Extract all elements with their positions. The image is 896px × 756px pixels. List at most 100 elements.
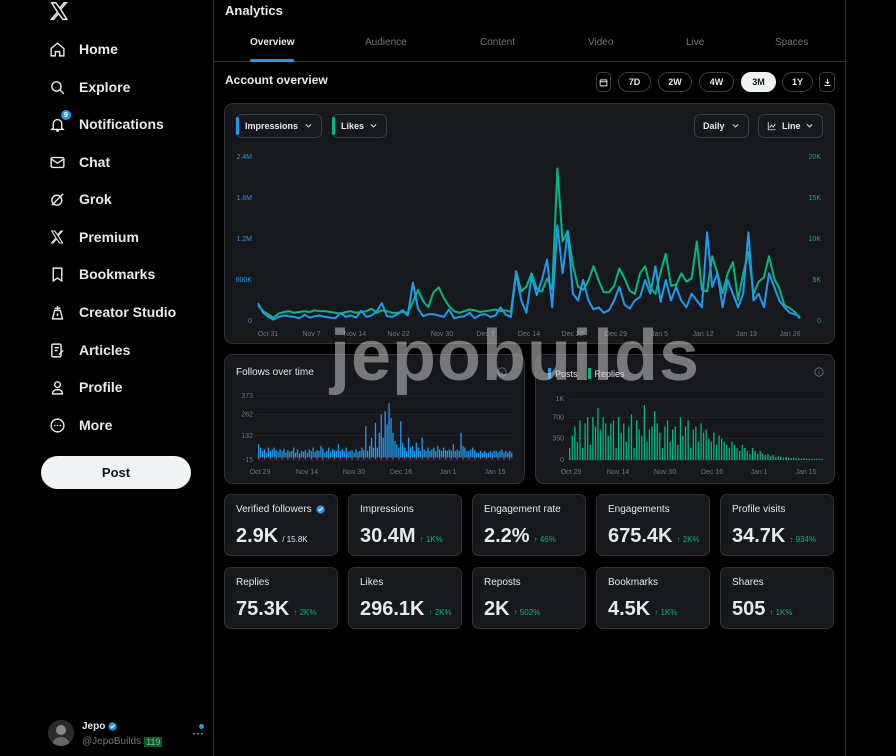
chart-title: Follows over time (236, 367, 314, 378)
sidebar-item-more[interactable]: More (48, 411, 112, 439)
bar (326, 450, 328, 458)
sidebar-item-explore[interactable]: Explore (48, 73, 130, 101)
sidebar-item-premium[interactable]: Premium (48, 223, 139, 251)
negative-bar (462, 457, 464, 460)
sidebar-item-home[interactable]: Home (48, 35, 118, 63)
sidebar-item-grok[interactable]: Grok (48, 185, 112, 213)
stat-value: 2K ↑ 502% (484, 598, 540, 621)
posts-replies-bar-chart[interactable]: 0 350 700 1K Oct 29 Nov 14 Nov 30 Dec 16 Jan 1 Ja… (536, 388, 834, 483)
avatar (48, 720, 74, 746)
stat-label-text: Impressions (360, 504, 414, 515)
bar (713, 432, 715, 460)
bar (261, 450, 264, 458)
tab-video[interactable]: Video (588, 37, 613, 48)
y-tick-label: 350 (552, 436, 564, 443)
bar (579, 420, 581, 460)
sidebar-item-profile[interactable]: Profile (48, 373, 123, 401)
stat-label-text: Reposts (484, 577, 521, 588)
post-button[interactable]: Post (41, 456, 191, 489)
metric2-select[interactable]: Likes (332, 114, 387, 138)
follows-bar-chart[interactable]: -15 132 262 373 Oct 29 Nov 14 Nov 30 Dec 16 Jan … (225, 388, 524, 483)
tab-overview[interactable]: Overview (250, 37, 294, 48)
negative-bar (322, 457, 324, 460)
x-logo-icon[interactable] (48, 0, 70, 22)
legend-posts-swatch (548, 368, 551, 379)
bar (394, 441, 396, 458)
calendar-button[interactable] (596, 72, 611, 92)
bar (296, 449, 299, 458)
stat-card-bookmarks[interactable]: Bookmarks 4.5K ↑ 1K% (596, 567, 710, 629)
y-tick-label: 373 (241, 393, 253, 400)
bar (328, 447, 330, 458)
bar (643, 405, 645, 460)
stat-card-verified-followers[interactable]: Verified followers 2.9K/ 15.8K (224, 494, 338, 556)
bar (413, 450, 415, 458)
download-button[interactable] (819, 72, 835, 92)
metric1-select[interactable]: Impressions (236, 114, 322, 138)
stat-value-text: 2.2% (484, 525, 530, 547)
bar (682, 435, 684, 460)
tab-content[interactable]: Content (480, 37, 515, 48)
info-icon[interactable] (497, 367, 507, 377)
sidebar-item-label: Chat (79, 154, 111, 170)
stat-card-shares[interactable]: Shares 505 ↑ 1K% (720, 567, 834, 629)
negative-bar (468, 457, 470, 460)
bar (574, 426, 576, 460)
range-7d-button[interactable]: 7D (618, 72, 651, 92)
bar (636, 420, 638, 460)
stat-card-reposts[interactable]: Reposts 2K ↑ 502% (472, 567, 586, 629)
bar (780, 457, 782, 460)
sidebar-item-creator-studio[interactable]: Creator Studio (48, 298, 176, 326)
stat-card-profile-visits[interactable]: Profile visits 34.7K ↑ 934% (720, 494, 834, 556)
bar (386, 424, 388, 458)
sidebar-item-bookmarks[interactable]: Bookmarks (48, 260, 155, 288)
sidebar-item-articles[interactable]: Articles (48, 336, 130, 364)
bar (452, 444, 454, 458)
bar (427, 447, 429, 458)
stat-card-engagement-rate[interactable]: Engagement rate 2.2% ↑ 46% (472, 494, 586, 556)
stat-card-impressions[interactable]: Impressions 30.4M ↑ 1K% (348, 494, 462, 556)
sidebar-item-notifications[interactable]: 9 Notifications (48, 110, 164, 138)
account-switcher[interactable]: Jepo @JepoBuilds 119 ··· (48, 720, 208, 752)
range-1y-button[interactable]: 1Y (782, 72, 813, 92)
bar (664, 426, 666, 460)
stat-change: ↑ 2K% (676, 535, 700, 544)
bar (365, 426, 367, 458)
negative-bar (263, 457, 266, 460)
negative-bar (404, 457, 406, 460)
info-icon[interactable] (814, 367, 824, 377)
stat-value: 4.5K ↑ 1K% (608, 598, 677, 621)
tab-live[interactable]: Live (686, 37, 704, 48)
active-tab-indicator (250, 59, 294, 62)
negative-bar (369, 457, 371, 460)
range-3m-button[interactable]: 3M (741, 72, 776, 92)
negative-bar (427, 457, 429, 460)
stat-change: ↑ 502% (513, 608, 541, 617)
stat-label: Engagements (608, 504, 670, 515)
bar (700, 423, 702, 460)
bar (487, 452, 489, 458)
range-2w-button[interactable]: 2W (658, 72, 692, 92)
bar (623, 423, 625, 460)
y-tick-label: 0 (560, 457, 564, 464)
chart-type-select[interactable]: Line (758, 114, 823, 138)
bar (353, 452, 355, 458)
bar (813, 458, 815, 460)
impressions-likes-line-chart[interactable]: 0 600K 1.2M 1.8M 2.4M 0 5K 10K 15K 20K Oct 31 Nov 7… (225, 144, 834, 344)
negative-bar (491, 457, 493, 460)
stat-card-engagements[interactable]: Engagements 675.4K ↑ 2K% (596, 494, 710, 556)
bar (503, 452, 505, 458)
tab-spaces[interactable]: Spaces (775, 37, 808, 48)
sidebar-item-chat[interactable]: Chat (48, 148, 110, 176)
range-4w-button[interactable]: 4W (699, 72, 734, 92)
follows-chart-card: Follows over time -15 132 262 373 Oct 29 Nov … (224, 354, 525, 484)
stat-card-likes[interactable]: Likes 296.1K ↑ 2K% (348, 567, 462, 629)
more-circle-icon (48, 416, 66, 434)
bar (584, 423, 586, 460)
bar (332, 449, 334, 458)
tab-audience[interactable]: Audience (365, 37, 407, 48)
stat-card-replies[interactable]: Replies 75.3K ↑ 2K% (224, 567, 338, 629)
bar (661, 447, 663, 460)
interval-select[interactable]: Daily (694, 114, 749, 138)
negative-bar (298, 457, 301, 460)
